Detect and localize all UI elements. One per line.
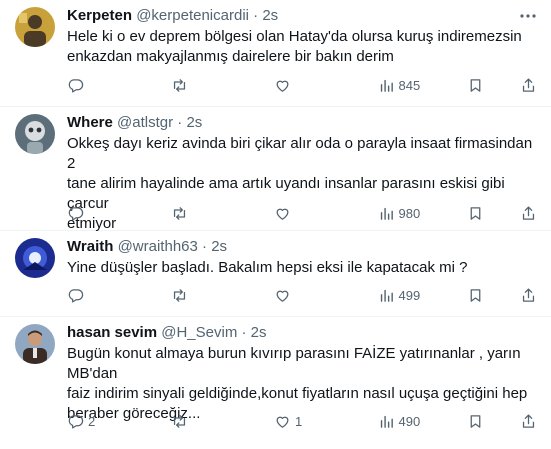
- tweet-text: Hele ki o ev deprem bölgesi olan Hatay'd…: [67, 28, 522, 65]
- retweet-icon: [171, 205, 188, 222]
- like-button[interactable]: [274, 77, 348, 94]
- timestamp[interactable]: 2s: [251, 324, 267, 341]
- user-handle[interactable]: @H_Sevim: [161, 324, 237, 341]
- display-name[interactable]: Where: [67, 114, 113, 131]
- reply-button[interactable]: 2: [67, 413, 141, 430]
- like-button[interactable]: 1: [274, 413, 348, 430]
- tail-actions: [467, 77, 537, 94]
- views-icon: [378, 413, 395, 430]
- views-button[interactable]: 845: [378, 77, 438, 94]
- display-name[interactable]: hasan sevim: [67, 324, 157, 341]
- views-button[interactable]: 499: [378, 287, 438, 304]
- tail-actions: [467, 205, 537, 222]
- reply-icon: [67, 413, 84, 430]
- heart-icon: [274, 77, 291, 94]
- user-handle[interactable]: @kerpetenicardii: [136, 7, 249, 24]
- retweet-button[interactable]: [171, 77, 245, 94]
- views-button[interactable]: 490: [378, 413, 438, 430]
- tweet-text: Yine düşüşler başladı. Bakalım hepsi eks…: [67, 259, 468, 276]
- timestamp[interactable]: 2s: [186, 114, 202, 131]
- share-icon[interactable]: [520, 77, 537, 94]
- tweet-header: Wraith @wraithh63 · 2s: [67, 237, 537, 257]
- reply-button[interactable]: [67, 287, 141, 304]
- retweet-icon: [171, 287, 188, 304]
- user-handle[interactable]: @wraithh63: [118, 238, 198, 255]
- tweet[interactable]: hasan sevim @H_Sevim · 2s Bugün konut al…: [0, 317, 551, 449]
- reply-button[interactable]: [67, 205, 141, 222]
- view-count: 499: [398, 287, 421, 303]
- view-count: 980: [398, 205, 421, 221]
- views-icon: [378, 287, 395, 304]
- tweet[interactable]: Where @atlstgr · 2s Okkeş dayı keriz avi…: [0, 107, 551, 232]
- timestamp[interactable]: 2s: [262, 7, 278, 24]
- reply-icon: [67, 287, 84, 304]
- separator-dot: ·: [253, 7, 259, 24]
- tweet-actions: 499: [67, 285, 537, 305]
- tweet[interactable]: Wraith @wraithh63 · 2s Yine düşüşler baş…: [0, 231, 551, 317]
- reply-button[interactable]: [67, 77, 141, 94]
- like-count: 1: [295, 413, 303, 429]
- like-button[interactable]: [274, 205, 348, 222]
- share-icon[interactable]: [520, 205, 537, 222]
- separator-dot: ·: [202, 238, 208, 255]
- views-icon: [378, 205, 395, 222]
- like-button[interactable]: [274, 287, 348, 304]
- views-icon: [378, 77, 395, 94]
- separator-dot: ·: [177, 114, 183, 131]
- tweet-header: hasan sevim @H_Sevim · 2s: [67, 323, 537, 343]
- tweet-actions: 2 1 490: [67, 411, 537, 431]
- avatar[interactable]: [15, 114, 55, 154]
- display-name[interactable]: Kerpeten: [67, 7, 132, 24]
- retweet-icon: [171, 413, 188, 430]
- bookmark-icon[interactable]: [467, 413, 484, 430]
- tweet-actions: 845: [67, 75, 537, 95]
- reply-icon: [67, 77, 84, 94]
- heart-icon: [274, 287, 291, 304]
- display-name[interactable]: Wraith: [67, 238, 113, 255]
- views-button[interactable]: 980: [378, 205, 438, 222]
- tweet[interactable]: Kerpeten @kerpetenicardii · 2s Hele ki o…: [0, 0, 551, 107]
- tweet-feed: Kerpeten @kerpetenicardii · 2s Hele ki o…: [0, 0, 551, 449]
- heart-icon: [274, 205, 291, 222]
- bookmark-icon[interactable]: [467, 205, 484, 222]
- tweet-actions: 980: [67, 203, 537, 223]
- tail-actions: [467, 287, 537, 304]
- reply-icon: [67, 205, 84, 222]
- avatar[interactable]: [15, 7, 55, 47]
- heart-icon: [274, 413, 291, 430]
- tweet-header: Where @atlstgr · 2s: [67, 113, 537, 133]
- bookmark-icon[interactable]: [467, 77, 484, 94]
- more-horizontal-icon[interactable]: [519, 8, 537, 24]
- retweet-button[interactable]: [171, 287, 245, 304]
- avatar[interactable]: [15, 324, 55, 364]
- avatar[interactable]: [15, 238, 55, 278]
- tweet-header: Kerpeten @kerpetenicardii · 2s: [67, 6, 537, 26]
- timestamp[interactable]: 2s: [211, 238, 227, 255]
- share-icon[interactable]: [520, 413, 537, 430]
- reply-count: 2: [88, 413, 96, 429]
- share-icon[interactable]: [520, 287, 537, 304]
- bookmark-icon[interactable]: [467, 287, 484, 304]
- retweet-button[interactable]: [171, 413, 245, 430]
- tail-actions: [467, 413, 537, 430]
- retweet-button[interactable]: [171, 205, 245, 222]
- view-count: 490: [398, 413, 421, 429]
- user-handle[interactable]: @atlstgr: [117, 114, 173, 131]
- separator-dot: ·: [241, 324, 247, 341]
- retweet-icon: [171, 77, 188, 94]
- view-count: 845: [398, 77, 421, 93]
